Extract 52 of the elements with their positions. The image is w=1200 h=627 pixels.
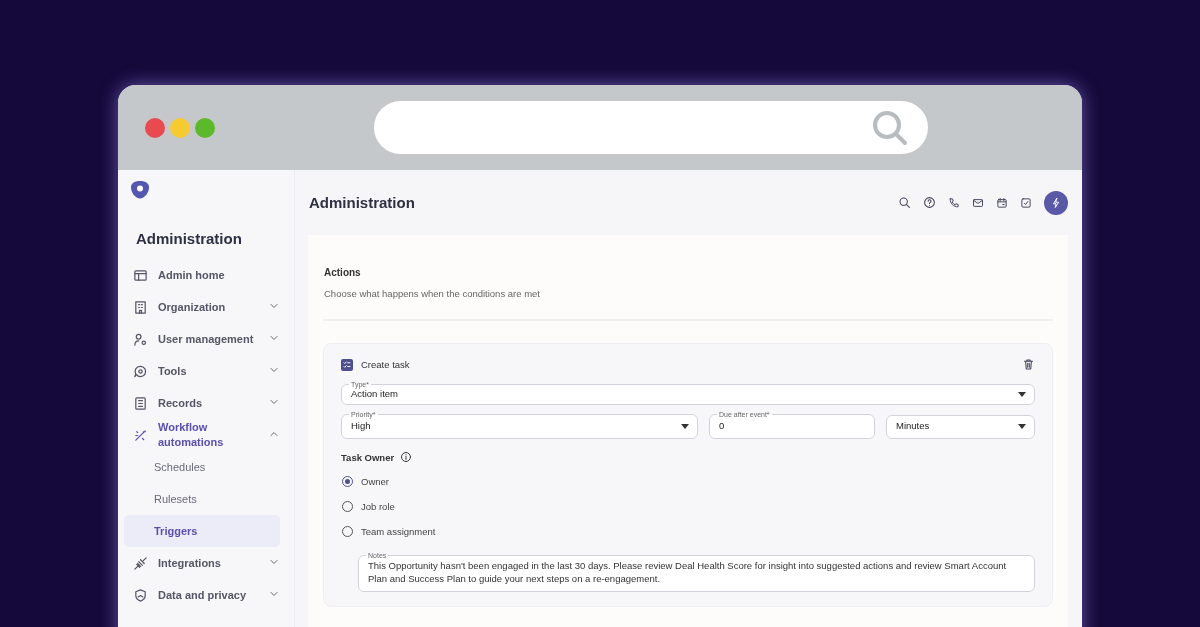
email-button[interactable]: [972, 196, 984, 209]
calendar-button[interactable]: [996, 196, 1008, 209]
nav-item[interactable]: Organization: [130, 291, 280, 323]
delete-button[interactable]: [1022, 358, 1035, 371]
section-title: Actions: [324, 267, 362, 278]
nav-subitem[interactable]: Rulesets: [124, 483, 280, 515]
nav-item[interactable]: Records: [130, 387, 280, 419]
eye-chat-icon: [133, 363, 148, 379]
nav-item[interactable]: Admin home: [130, 259, 280, 291]
search-button[interactable]: [898, 196, 911, 209]
help-button[interactable]: [923, 196, 936, 209]
sidebar-title: Administration: [136, 230, 243, 247]
lightning-icon: [1050, 196, 1062, 209]
field-label: Task Owner: [341, 451, 395, 463]
user-gear-icon: [133, 331, 148, 347]
help-icon: [923, 196, 936, 209]
task-button[interactable]: [1020, 196, 1032, 209]
trash-icon: [1022, 358, 1035, 371]
calendar-icon: [996, 196, 1008, 209]
caret-icon: [681, 423, 689, 429]
nav-item[interactable]: User management: [130, 323, 280, 355]
nav-item[interactable]: Workflow automations: [130, 419, 280, 451]
caret-icon: [1018, 391, 1026, 397]
search-icon: [898, 196, 911, 209]
building-icon: [133, 299, 148, 315]
info-icon: [400, 451, 413, 463]
nav-subitem[interactable]: Triggers: [124, 515, 280, 547]
task-list-icon: [341, 358, 353, 371]
nav-item[interactable]: Tools: [130, 355, 280, 387]
page-title: Administration: [309, 194, 416, 211]
radio-option[interactable]: Owner: [341, 469, 389, 494]
phone-button[interactable]: [948, 196, 960, 209]
lightning-button[interactable]: [1044, 190, 1068, 215]
layout-icon: [133, 267, 148, 283]
logo-icon: [130, 180, 150, 200]
checkbox-icon: [1020, 196, 1032, 209]
search-icon: [872, 109, 908, 146]
radio-option[interactable]: Job role: [341, 494, 395, 519]
phone-icon: [948, 196, 960, 209]
caret-icon: [1018, 423, 1026, 429]
magic-wand-icon: [133, 427, 148, 443]
nav-item[interactable]: Integrations: [130, 547, 280, 579]
document-list-icon: [133, 395, 148, 411]
section-subtitle: Choose what happens when the conditions are met: [324, 288, 541, 299]
card-title: Create task: [361, 359, 411, 370]
dropdown-field[interactable]: Minutes: [886, 415, 1035, 439]
shield-icon: [133, 587, 148, 603]
nav-subitem[interactable]: Schedules: [124, 451, 280, 483]
plug-icon: [133, 555, 148, 571]
nav-item[interactable]: Data and privacy: [130, 579, 280, 611]
radio-option[interactable]: Team assignment: [341, 519, 436, 544]
envelope-icon: [972, 196, 984, 209]
